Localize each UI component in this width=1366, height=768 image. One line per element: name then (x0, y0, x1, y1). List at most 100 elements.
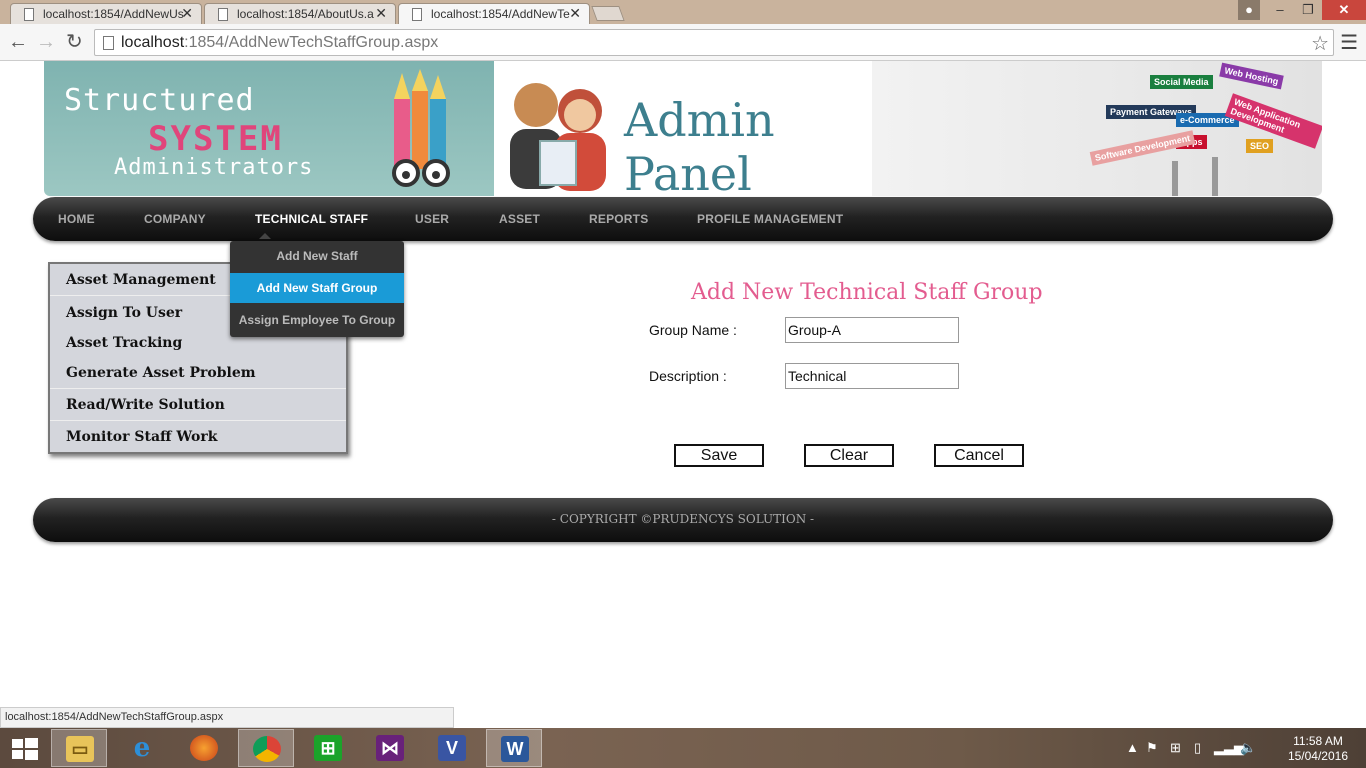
browser-tab-3[interactable]: localhost:1854/AddNewTe ✕ (398, 3, 590, 25)
taskbar-visual-studio[interactable]: ⋈ (362, 729, 418, 767)
close-tab-icon[interactable]: ✕ (569, 5, 581, 22)
visio-icon: V (438, 735, 466, 761)
internet-explorer-icon: e (133, 733, 151, 763)
clock[interactable]: 11:58 AM 15/04/2016 (1288, 734, 1348, 764)
side-item-read-write-solution[interactable]: Read/Write Solution (66, 397, 225, 413)
tab-title: localhost:1854/AddNewTe (431, 7, 570, 21)
logo-line-1: Structured (64, 83, 255, 118)
close-tab-icon[interactable]: ✕ (375, 5, 387, 22)
main-navigation: HOME COMPANY TECHNICAL STAFF USER ASSET … (33, 197, 1333, 241)
window-controls: ● – ❐ ✕ (1238, 0, 1366, 20)
sign-seo: SEO (1246, 139, 1274, 153)
dropdown-assign-employee-to-group[interactable]: Assign Employee To Group (230, 305, 404, 335)
description-label: Description : (649, 368, 727, 384)
technical-staff-dropdown: Add New Staff Add New Staff Group Assign… (230, 241, 404, 337)
url-host: localhost (121, 34, 185, 51)
nav-user[interactable]: USER (415, 212, 449, 226)
logo-line-2: SYSTEM (148, 119, 283, 159)
nav-reports[interactable]: REPORTS (589, 212, 648, 226)
divider (50, 420, 346, 421)
start-icon (12, 738, 38, 760)
group-name-input[interactable] (785, 317, 959, 343)
page-footer: - COPYRIGHT ©PRUDENCYS SOLUTION - (33, 498, 1333, 542)
taskbar-visio[interactable]: V (424, 729, 480, 767)
store-icon: ⊞ (314, 735, 342, 761)
file-explorer-icon: ▭ (66, 736, 94, 762)
clock-date: 15/04/2016 (1287, 749, 1348, 763)
tab-title: localhost:1854/AddNewUs (43, 7, 184, 21)
tab-strip: localhost:1854/AddNewUs ✕ localhost:1854… (0, 0, 1366, 25)
sign-social-media: Social Media (1150, 75, 1213, 89)
minimize-icon[interactable]: – (1266, 0, 1294, 20)
user-icon[interactable]: ● (1238, 0, 1260, 20)
nav-asset[interactable]: ASSET (499, 212, 540, 226)
bookmark-star-icon[interactable]: ☆ (1311, 31, 1329, 56)
dropdown-add-new-staff[interactable]: Add New Staff (230, 241, 404, 271)
address-bar[interactable]: localhost:1854/AddNewTechStaffGroup.aspx… (94, 29, 1334, 56)
side-item-asset-management[interactable]: Asset Management (66, 272, 216, 288)
side-item-generate-asset-problem[interactable]: Generate Asset Problem (66, 365, 256, 381)
url-path: :1854/AddNewTechStaffGroup.aspx (184, 34, 439, 51)
services-signs-banner: Social Media Web Hosting Payment Gateway… (872, 61, 1322, 196)
header-banner: Structured SYSTEM Administrators Admin P… (44, 61, 1322, 201)
save-button[interactable]: Save (674, 444, 764, 467)
maximize-icon[interactable]: ❐ (1294, 0, 1322, 20)
admin-panel-title: Admin Panel (624, 93, 775, 201)
pencils-glasses-illustration (392, 69, 450, 187)
show-hidden-icons-icon[interactable]: ▲ (1126, 740, 1139, 755)
visual-studio-icon: ⋈ (376, 735, 404, 761)
nav-technical-staff[interactable]: TECHNICAL STAFF (255, 212, 368, 226)
page-title: Add New Technical Staff Group (691, 280, 1043, 305)
taskbar-internet-explorer[interactable]: e (114, 729, 170, 767)
page-icon (24, 8, 34, 21)
sign-web-app-dev: Web Application Development (1224, 93, 1322, 149)
description-input[interactable] (785, 363, 959, 389)
page-icon (412, 8, 422, 21)
start-button[interactable] (0, 729, 50, 767)
browser-menu-icon[interactable]: ☰ (1340, 30, 1358, 55)
clock-time: 11:58 AM (1293, 734, 1343, 748)
battery-icon[interactable]: ▯ (1194, 740, 1201, 756)
side-item-asset-tracking[interactable]: Asset Tracking (66, 335, 182, 351)
status-url-bubble: localhost:1854/AddNewTechStaffGroup.aspx (0, 707, 454, 728)
page-icon (103, 36, 114, 50)
back-icon[interactable]: ← (8, 30, 28, 54)
nav-profile-management[interactable]: PROFILE MANAGEMENT (697, 212, 843, 226)
taskbar-firefox[interactable] (176, 729, 232, 767)
chrome-icon (253, 736, 281, 762)
volume-icon[interactable]: 🔈 (1240, 740, 1256, 756)
browser-toolbar: ← → ↻ localhost:1854/AddNewTechStaffGrou… (0, 24, 1366, 61)
word-icon: W (501, 736, 529, 762)
page-icon (218, 8, 228, 21)
logo-line-3: Administrators (114, 155, 314, 180)
side-item-monitor-staff-work[interactable]: Monitor Staff Work (66, 429, 217, 445)
new-tab-button[interactable] (591, 6, 625, 21)
taskbar-store[interactable]: ⊞ (300, 729, 356, 767)
taskbar-chrome[interactable] (238, 729, 294, 767)
firefox-icon (190, 735, 218, 761)
sign-pole (1212, 157, 1218, 196)
windows-grid-icon[interactable]: ⊞ (1170, 740, 1181, 756)
logo-panel: Structured SYSTEM Administrators (44, 61, 494, 196)
nav-home[interactable]: HOME (58, 212, 95, 226)
taskbar-word[interactable]: W (486, 729, 542, 767)
cancel-button[interactable]: Cancel (934, 444, 1024, 467)
browser-tab-1[interactable]: localhost:1854/AddNewUs ✕ (10, 3, 202, 24)
side-item-assign-to-user[interactable]: Assign To User (66, 305, 182, 321)
admin-panel-banner: Admin Panel (494, 61, 872, 201)
clear-button[interactable]: Clear (804, 444, 894, 467)
browser-tab-2[interactable]: localhost:1854/AboutUs.a ✕ (204, 3, 396, 24)
dropdown-add-new-staff-group[interactable]: Add New Staff Group (230, 273, 404, 303)
windows-taskbar: ▭ e ⊞ ⋈ V W ▲ ⚑ ⊞ ▯ ▂▃▅ 🔈 11:58 AM 15/04… (0, 728, 1366, 768)
nav-company[interactable]: COMPANY (144, 212, 206, 226)
group-name-label: Group Name : (649, 322, 737, 338)
url-text: localhost:1854/AddNewTechStaffGroup.aspx (121, 34, 438, 52)
system-tray: ▲ ⚑ ⊞ ▯ ▂▃▅ 🔈 11:58 AM 15/04/2016 (1126, 728, 1366, 768)
close-window-icon[interactable]: ✕ (1322, 0, 1366, 20)
taskbar-file-explorer[interactable]: ▭ (51, 729, 107, 767)
forward-icon[interactable]: → (36, 30, 56, 54)
close-tab-icon[interactable]: ✕ (181, 5, 193, 22)
action-center-flag-icon[interactable]: ⚑ (1146, 740, 1158, 756)
reload-icon[interactable]: ↻ (66, 30, 83, 54)
copyright-text: - COPYRIGHT ©PRUDENCYS SOLUTION - (551, 512, 815, 526)
